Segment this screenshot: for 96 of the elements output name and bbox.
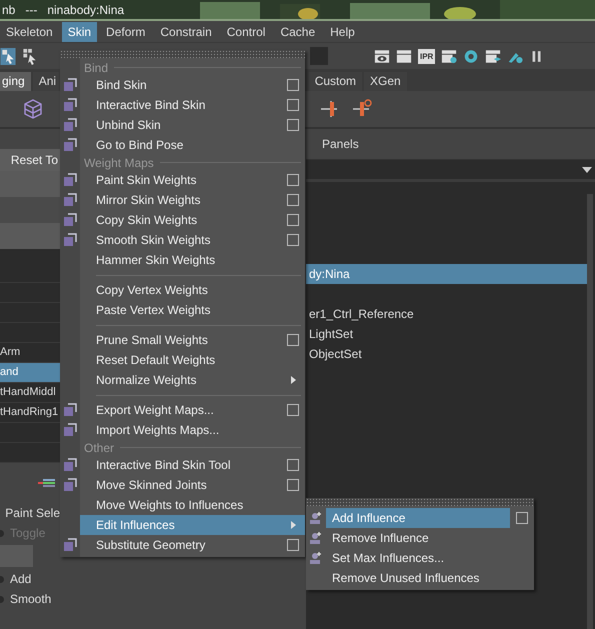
tool-icon [63,233,77,247]
ring-icon[interactable] [463,48,480,64]
tool-icon [63,403,77,417]
input-field[interactable] [310,47,328,65]
ipr-render-button[interactable]: IPR [418,48,436,64]
menu-item[interactable]: Cache [274,22,322,42]
window-title: nb --- ninabody:Nina [2,2,124,19]
reset-button[interactable]: Reset To [0,149,60,171]
tool-icon [63,213,77,227]
outliner-row[interactable]: LightSet [306,324,587,344]
menu-item[interactable]: Help [324,22,361,42]
menu-item[interactable]: Copy Vertex Weights [60,280,305,300]
tool-icon [63,458,77,472]
option-box[interactable] [287,174,299,186]
menu-item[interactable]: Export Weight Maps... [60,400,305,420]
attribute-row [0,223,60,249]
outliner-row[interactable]: er1_Ctrl_Reference [306,304,587,324]
menu-item[interactable]: Interactive Bind Skin [60,95,305,115]
option-box[interactable] [287,79,299,91]
list-row[interactable]: and [0,363,60,383]
option-box[interactable] [287,404,299,416]
tool-icon [309,531,323,545]
tool-icon [309,551,323,565]
section-header: Other [84,440,114,454]
menu-item[interactable]: Move Skinned Joints [60,475,305,495]
menu-item[interactable]: Smooth Skin Weights [60,230,305,250]
menu-item[interactable]: Skeleton [0,22,59,42]
menu-item[interactable]: Bind Skin [60,75,305,95]
menu-item[interactable]: Import Weights Maps... [60,420,305,440]
tear-off-handle[interactable] [306,498,534,506]
clapperboard-eye-icon[interactable] [374,48,390,64]
menu-item[interactable]: Paint Skin Weights [60,170,305,190]
radio-option[interactable]: Paint Sele [0,503,60,523]
scrollbar[interactable] [587,194,593,629]
menu-item[interactable]: Move Weights to Influences [60,495,305,515]
shelf-tab[interactable]: ging [0,72,31,91]
option-box[interactable] [287,99,299,111]
panels-menu[interactable]: Panels [322,137,359,151]
tool-icon [63,193,77,207]
clapperboard-layers-icon[interactable] [485,48,502,64]
menu-item[interactable]: Remove Influence [306,528,534,548]
tool-icon [63,78,77,92]
menu-item[interactable]: Prune Small Weights [60,330,305,350]
tool-icon [63,423,77,437]
tool-icon [309,511,323,525]
menu-item[interactable]: Copy Skin Weights [60,210,305,230]
tool-icon [63,138,77,152]
dropdown-arrow-icon[interactable] [582,166,592,172]
menu-item[interactable]: Reset Default Weights [60,350,305,370]
menu-item[interactable]: Interactive Bind Skin Tool [60,455,305,475]
menu-item[interactable]: Paste Vertex Weights [60,300,305,320]
tool-icon [63,173,77,187]
menu-item[interactable]: Set Max Influences... [306,548,534,568]
section-header: Weight Maps [84,156,154,170]
radio-option[interactable]: Smooth [0,589,60,609]
menu-item[interactable]: Substitute Geometry [60,535,305,555]
tool-icon [63,98,77,112]
option-box[interactable] [287,119,299,131]
layers-icon[interactable] [38,477,56,489]
section-header: Bind [84,60,108,74]
option-box[interactable] [287,214,299,226]
tool-icon [63,118,77,132]
menu-item[interactable]: Go to Bind Pose [60,135,305,155]
option-box[interactable] [287,234,299,246]
wireframe-cube-icon[interactable] [22,98,44,120]
menu-item[interactable]: Mirror Skin Weights [60,190,305,210]
radio-option[interactable]: Add [0,569,60,589]
outliner-row[interactable]: dy:Nina [306,264,587,284]
option-box[interactable] [516,512,528,524]
menu-item[interactable]: Deform [100,22,152,42]
option-box[interactable] [287,334,299,346]
menu-item[interactable]: Remove Unused Influences [306,568,534,588]
shelf-tab[interactable]: XGen [364,72,407,91]
tool-icon [63,538,77,552]
shelf-tab[interactable]: Custom [308,72,362,91]
clapperboard-gear-icon[interactable] [441,48,458,64]
filter-field[interactable] [306,160,595,182]
menu-item[interactable]: Unbind Skin [60,115,305,135]
tear-off-handle[interactable] [60,50,305,58]
submenu-arrow-icon [290,376,296,384]
menu-item[interactable]: Hammer Skin Weights [60,250,305,270]
option-box[interactable] [287,194,299,206]
outliner-row[interactable]: ObjectSet [306,344,587,364]
select-tool-icon[interactable] [0,48,16,64]
menu-item[interactable]: Skin [62,22,98,42]
tool-icon [63,478,77,492]
option-box[interactable] [287,479,299,491]
menu-item[interactable]: Constrain [154,22,218,42]
grid-select-icon[interactable] [22,48,38,64]
menu-item[interactable]: Control [220,22,272,42]
shelf-tab[interactable]: Ani [32,72,59,91]
clapperboard-icon[interactable] [396,48,412,64]
menu-item[interactable]: Normalize Weights [60,370,305,390]
option-box[interactable] [287,539,299,551]
submenu-arrow-icon [290,521,296,529]
option-box[interactable] [287,459,299,471]
